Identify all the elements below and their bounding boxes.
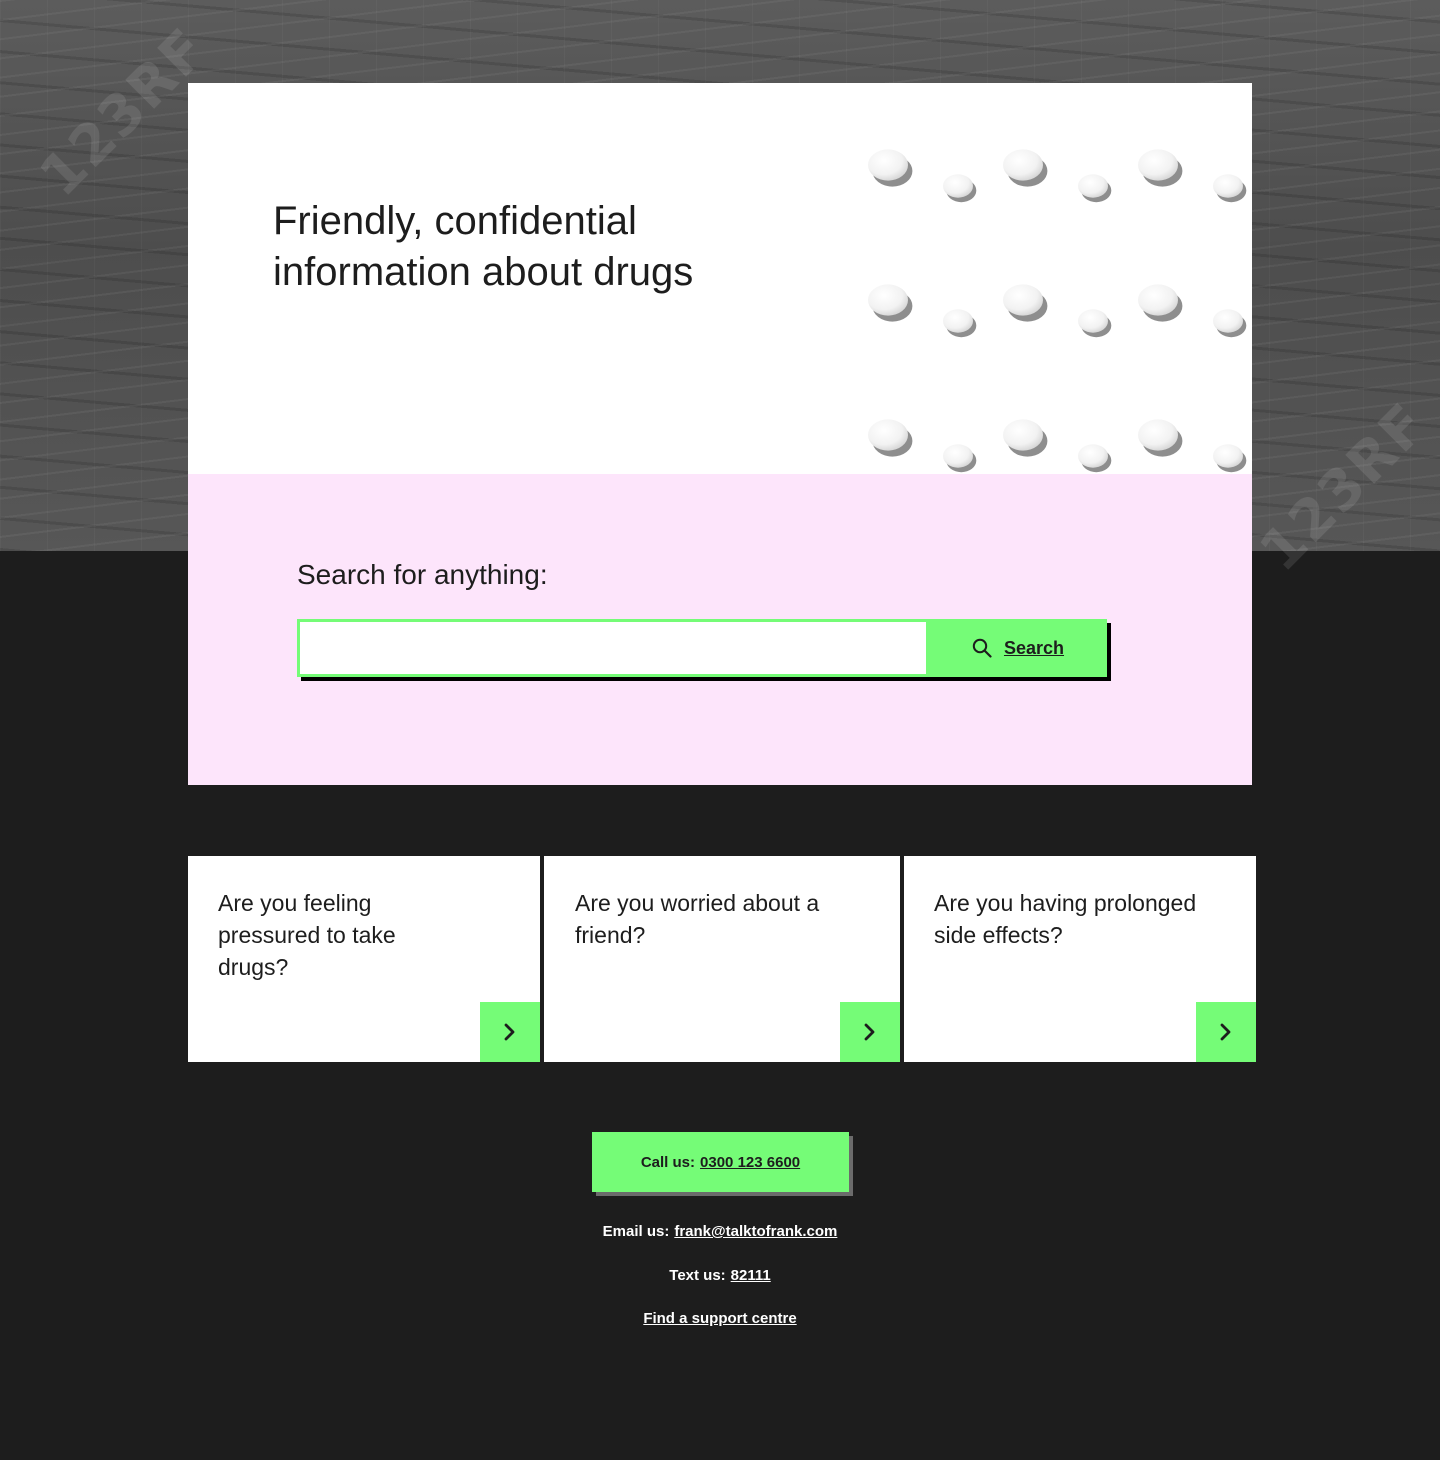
pill-shape (1078, 174, 1112, 203)
search-input[interactable] (297, 619, 929, 677)
email-us-label: Email us: (602, 1223, 670, 1240)
text-us-line: Text us: 82111 (0, 1267, 1440, 1284)
card-arrow-button[interactable] (840, 1002, 900, 1062)
search-form: Search (297, 619, 1107, 677)
search-label: Search for anything: (297, 559, 548, 590)
pill-shape (868, 149, 913, 187)
search-icon (972, 638, 992, 658)
chevron-right-icon (1220, 1023, 1231, 1041)
email-link[interactable]: frank@talktofrank.com (674, 1223, 837, 1240)
pill-shape (1003, 149, 1048, 187)
chevron-right-icon (864, 1023, 875, 1041)
pill-shape (1138, 419, 1183, 457)
pill-shape (943, 174, 977, 203)
support-centre-line: Find a support centre (0, 1310, 1440, 1327)
card-arrow-button[interactable] (480, 1002, 540, 1062)
chevron-right-icon (504, 1023, 515, 1041)
pill-shape (943, 309, 977, 338)
hero-title-line: Friendly, confidential (273, 199, 637, 243)
email-us-line: Email us: frank@talktofrank.com (0, 1223, 1440, 1240)
pill-shape (943, 444, 977, 473)
pills-illustration (868, 149, 1247, 473)
card-text: Are you feeling pressured to take drugs? (218, 890, 396, 980)
hero-title: Friendly, confidential information about… (273, 196, 793, 298)
hero-panel: Friendly, confidential information about… (188, 83, 1252, 474)
search-panel: Search for anything: Search (188, 474, 1252, 785)
card-text: Are you having prolonged side effects? (934, 890, 1197, 948)
pill-shape (1003, 419, 1048, 457)
pill-shape (1078, 309, 1112, 338)
text-number-link[interactable]: 82111 (731, 1267, 771, 1284)
search-button[interactable]: Search (929, 619, 1107, 677)
call-us-number[interactable]: 0300 123 6600 (700, 1154, 800, 1171)
card-text: Are you worried about a friend? (575, 890, 820, 948)
call-us-button[interactable]: Call us: 0300 123 6600 (592, 1132, 849, 1192)
pill-shape (1213, 309, 1247, 338)
search-button-label: Search (1003, 637, 1065, 658)
pill-shape (868, 419, 913, 457)
text-us-label: Text us: (669, 1267, 726, 1284)
pill-shape (1138, 149, 1183, 187)
pill-shape (868, 284, 913, 322)
card-worried-friend[interactable]: Are you worried about a friend? (544, 856, 900, 1062)
pill-shape (1138, 284, 1183, 322)
call-us-label: Call us: (640, 1153, 696, 1171)
watermark-text: 123RF (1247, 390, 1440, 585)
pill-shape (1078, 444, 1112, 473)
pill-shape (1003, 284, 1048, 322)
card-side-effects[interactable]: Are you having prolonged side effects? (904, 856, 1256, 1062)
card-arrow-button[interactable] (1196, 1002, 1256, 1062)
card-pressured[interactable]: Are you feeling pressured to take drugs? (188, 856, 540, 1062)
pill-shape (1213, 444, 1247, 473)
pill-shape (1213, 174, 1247, 203)
hero-title-line: information about drugs (273, 250, 694, 294)
find-support-centre-link[interactable]: Find a support centre (643, 1310, 796, 1327)
